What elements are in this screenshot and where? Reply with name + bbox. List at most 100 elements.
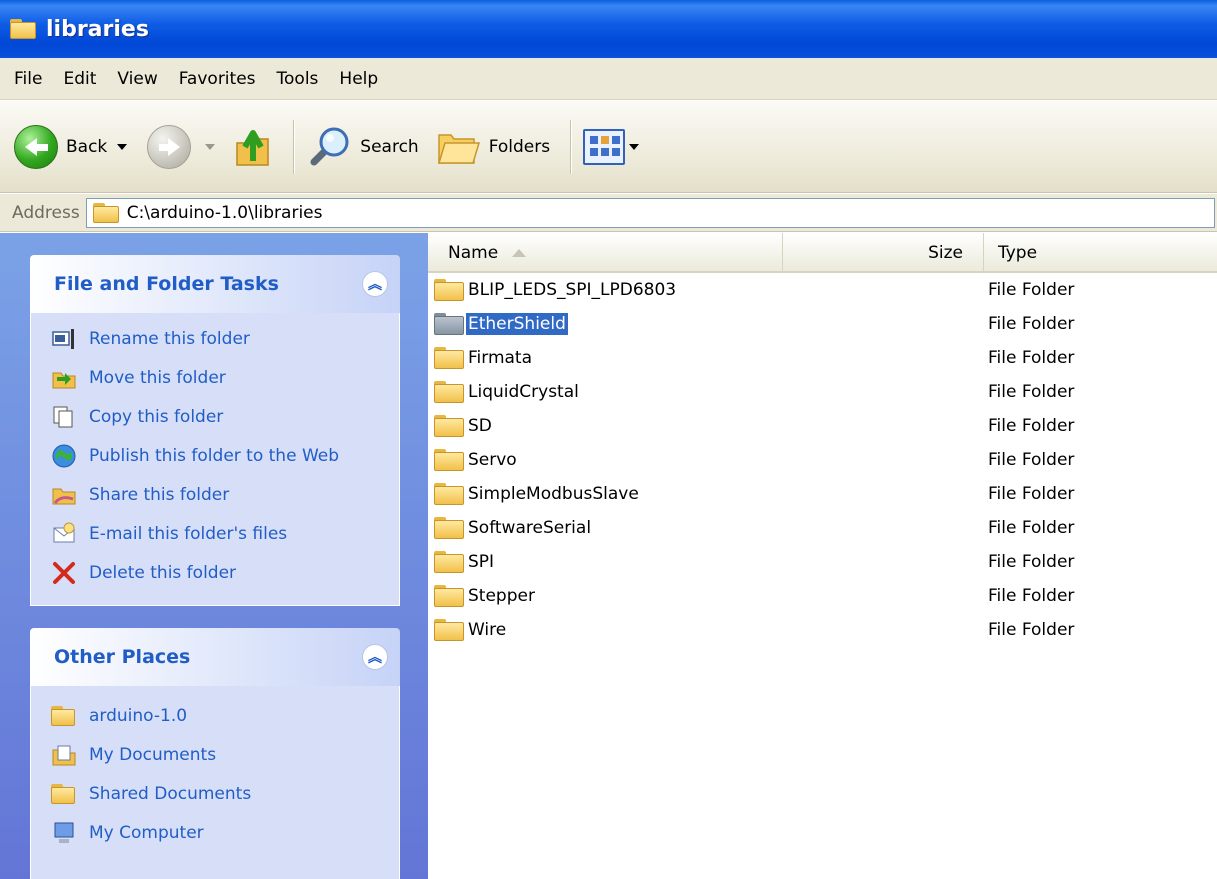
place-label: Shared Documents	[89, 784, 252, 804]
folder-icon	[434, 619, 464, 641]
item-type: File Folder	[988, 484, 1075, 504]
task-email-files[interactable]: E-mail this folder's files	[51, 522, 389, 546]
folder-icon	[434, 551, 464, 573]
place-arduino-folder[interactable]: arduino-1.0	[51, 704, 389, 728]
computer-icon	[54, 822, 74, 843]
menu-view[interactable]: View	[111, 69, 172, 89]
place-my-documents[interactable]: My Documents	[51, 743, 389, 767]
window-title: libraries	[46, 16, 149, 42]
folders-button[interactable]: Folders	[437, 119, 550, 175]
list-item[interactable]: SD File Folder	[428, 409, 1217, 443]
item-name: LiquidCrystal	[468, 382, 579, 402]
views-button[interactable]	[583, 119, 640, 175]
file-list[interactable]: Name Size Type BLIP_LEDS_SPI_LPD6803 Fil…	[428, 233, 1217, 879]
back-button[interactable]: Back	[14, 119, 128, 175]
item-name: SoftwareSerial	[468, 518, 592, 538]
task-delete-folder[interactable]: Delete this folder	[51, 561, 389, 585]
place-my-computer[interactable]: My Computer	[51, 821, 389, 845]
column-label: Size	[928, 243, 963, 263]
item-type: File Folder	[988, 450, 1075, 470]
folder-icon	[51, 704, 77, 728]
folder-icon	[434, 449, 464, 471]
folder-icon	[434, 279, 464, 301]
list-item[interactable]: EtherShield File Folder	[428, 307, 1217, 341]
list-item[interactable]: Wire File Folder	[428, 613, 1217, 647]
search-button[interactable]: Search	[306, 119, 419, 175]
column-label: Name	[448, 243, 499, 263]
collapse-button[interactable]: ︽	[362, 644, 388, 670]
forward-arrow-icon	[147, 124, 192, 169]
column-header-type[interactable]: Type	[985, 233, 1217, 273]
folder-icon	[434, 585, 464, 607]
share-icon	[52, 488, 76, 505]
address-path: C:\arduino-1.0\libraries	[126, 202, 323, 223]
chevron-up-icon: ︽	[368, 650, 382, 666]
item-type: File Folder	[988, 620, 1075, 640]
task-pane: File and Folder Tasks ︽ Rename this fold…	[0, 233, 428, 879]
file-folder-tasks-panel: File and Folder Tasks ︽ Rename this fold…	[30, 255, 400, 606]
task-label: Share this folder	[89, 485, 230, 505]
publish-web-icon	[52, 444, 76, 468]
item-name: Firmata	[468, 348, 533, 368]
place-label: arduino-1.0	[89, 706, 188, 726]
menu-tools[interactable]: Tools	[271, 69, 334, 89]
panel-header[interactable]: File and Folder Tasks ︽	[30, 255, 400, 313]
list-item[interactable]: SPI File Folder	[428, 545, 1217, 579]
menu-favorites[interactable]: Favorites	[173, 69, 271, 89]
column-label: Type	[998, 243, 1038, 263]
chevron-down-icon[interactable]	[629, 143, 640, 150]
task-rename-folder[interactable]: Rename this folder	[51, 327, 389, 351]
column-header-name[interactable]: Name	[428, 233, 783, 273]
item-name: SimpleModbusSlave	[468, 484, 639, 504]
item-type: File Folder	[988, 518, 1075, 538]
task-label: E-mail this folder's files	[89, 524, 288, 544]
address-label: Address	[12, 202, 80, 223]
item-name: SPI	[468, 552, 495, 572]
list-item[interactable]: BLIP_LEDS_SPI_LPD6803 File Folder	[428, 273, 1217, 307]
place-shared-documents[interactable]: Shared Documents	[51, 782, 389, 806]
folder-icon	[434, 483, 464, 505]
list-item[interactable]: SimpleModbusSlave File Folder	[428, 477, 1217, 511]
task-share-folder[interactable]: Share this folder	[51, 483, 389, 507]
collapse-button[interactable]: ︽	[362, 271, 388, 297]
list-item[interactable]: Stepper File Folder	[428, 579, 1217, 613]
folder-icon	[434, 415, 464, 437]
forward-button[interactable]	[147, 119, 216, 175]
folders-label: Folders	[488, 136, 551, 157]
task-label: Delete this folder	[89, 563, 237, 583]
item-type: File Folder	[988, 416, 1075, 436]
list-item[interactable]: LiquidCrystal File Folder	[428, 375, 1217, 409]
address-input[interactable]: C:\arduino-1.0\libraries	[85, 197, 1215, 228]
chevron-down-icon[interactable]	[117, 143, 128, 150]
title-bar[interactable]: libraries	[0, 0, 1217, 58]
item-name: SD	[468, 416, 492, 436]
panel-body: arduino-1.0 My Documents Shared Document…	[30, 686, 400, 879]
column-header-size[interactable]: Size	[784, 233, 984, 273]
menu-edit[interactable]: Edit	[57, 69, 111, 89]
menu-help[interactable]: Help	[333, 69, 393, 89]
list-item[interactable]: Servo File Folder	[428, 443, 1217, 477]
email-icon	[53, 522, 75, 543]
item-type: File Folder	[988, 280, 1075, 300]
address-bar: Address C:\arduino-1.0\libraries	[0, 194, 1217, 232]
item-name: BLIP_LEDS_SPI_LPD6803	[468, 280, 677, 300]
list-item[interactable]: Firmata File Folder	[428, 341, 1217, 375]
move-icon	[52, 372, 76, 389]
folder-icon	[51, 782, 77, 806]
menu-file[interactable]: File	[8, 69, 57, 89]
chevron-down-icon[interactable]	[205, 143, 216, 150]
place-label: My Documents	[89, 745, 217, 765]
place-label: My Computer	[89, 823, 204, 843]
task-move-folder[interactable]: Move this folder	[51, 366, 389, 390]
folder-icon	[434, 517, 464, 539]
column-headers: Name Size Type	[428, 233, 1217, 273]
item-type: File Folder	[988, 348, 1075, 368]
folder-icon	[434, 313, 464, 335]
up-folder-button[interactable]	[233, 119, 273, 175]
item-type: File Folder	[988, 314, 1075, 334]
item-type: File Folder	[988, 552, 1075, 572]
task-copy-folder[interactable]: Copy this folder	[51, 405, 389, 429]
list-item[interactable]: SoftwareSerial File Folder	[428, 511, 1217, 545]
task-publish-web[interactable]: Publish this folder to the Web	[51, 444, 389, 468]
panel-header[interactable]: Other Places ︽	[30, 628, 400, 686]
